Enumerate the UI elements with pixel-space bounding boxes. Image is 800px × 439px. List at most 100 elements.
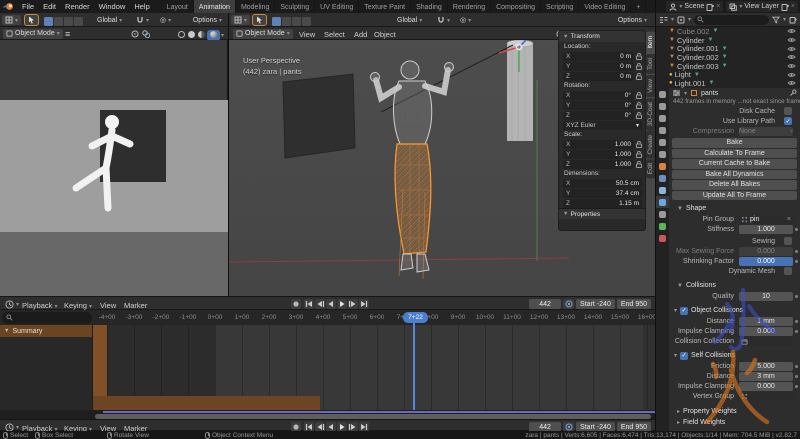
properties-tab-material[interactable] (656, 232, 669, 244)
previous-keyframe-button[interactable] (315, 299, 325, 309)
visibility-eye-icon[interactable] (787, 80, 796, 86)
current-cache-to-bake-button[interactable]: Current Cache to Bake (672, 159, 797, 169)
self-impulse-field[interactable]: 0.000 (739, 382, 793, 391)
location-z-field[interactable]: Z0 m (563, 72, 634, 81)
side-tab-tool[interactable]: Tool (646, 54, 655, 74)
dopesheet-area[interactable]: ▼Summary (0, 325, 655, 410)
auto-keying-toggle[interactable] (563, 299, 574, 309)
menu-help[interactable]: Help (134, 2, 149, 11)
outliner-filter-collection-icon[interactable] (677, 16, 685, 24)
side-tab-item[interactable]: Item (646, 32, 655, 53)
viewport-menu-select[interactable]: Select (324, 30, 345, 39)
lock-open-icon[interactable] (636, 161, 642, 168)
delete-all-bakes-button[interactable]: Delete All Bakes (672, 180, 797, 190)
play-reverse-button[interactable] (326, 299, 336, 309)
disk-cache-checkbox[interactable] (784, 107, 792, 115)
mode-dropdown[interactable]: Object Mode▾ (233, 29, 293, 39)
shape-section-header[interactable]: ▼Shape (669, 203, 800, 214)
menu-edit[interactable]: Edit (43, 2, 56, 11)
lock-open-icon[interactable] (636, 141, 642, 148)
side-tab-3d-coat[interactable]: 3D-Coat (646, 98, 655, 130)
outliner-item-light[interactable]: ●Light▼ (656, 70, 800, 79)
visibility-eye-icon[interactable] (787, 72, 796, 78)
properties-tab-modifiers[interactable] (656, 172, 669, 184)
menu-file[interactable]: File (22, 2, 34, 11)
unlink-scene-icon[interactable]: × (716, 3, 720, 10)
workspace-tab-texture-paint[interactable]: Texture Paint (359, 0, 411, 13)
workspace-tab-uv-editing[interactable]: UV Editing (315, 0, 359, 13)
start-frame-field[interactable]: Start-240 (576, 299, 615, 309)
properties-tab-physics[interactable] (656, 196, 669, 208)
object-distance-field[interactable]: 1 mm (739, 317, 793, 326)
lock-open-icon[interactable] (636, 102, 642, 109)
bake-all-dynamics-button[interactable]: Bake All Dynamics (672, 170, 797, 180)
end-frame-field[interactable]: End950 (617, 299, 651, 309)
snap-magnet-icon[interactable]: ▾ (133, 15, 152, 25)
transform-panel-header[interactable]: ▼Transform (559, 31, 645, 42)
add-workspace-tab[interactable]: + (631, 0, 646, 13)
header-menu-icon[interactable]: ≡ (65, 29, 70, 39)
timeline-menu-view[interactable]: View (100, 301, 116, 310)
properties-tab-view-layer[interactable] (656, 124, 669, 136)
new-collection-icon[interactable] (789, 16, 797, 24)
properties-tab-scene[interactable] (656, 136, 669, 148)
dimensions-y-field[interactable]: Y37.4 cm (563, 189, 642, 198)
snap-magnet-icon[interactable]: ▾ (434, 15, 453, 25)
update-all-to-frame-button[interactable]: Update All To Frame (672, 191, 797, 201)
proportional-editing-icon[interactable]: ◎▾ (457, 15, 474, 25)
outliner-item-cylinder-002[interactable]: ▼Cylinder.002▼ (656, 53, 800, 62)
properties-panel-header[interactable]: ▼Properties (559, 208, 645, 219)
editor-type-viewport-icon[interactable]: ▾ (231, 15, 250, 25)
playhead-line[interactable] (413, 325, 415, 410)
outliner-display-mode-icon[interactable] (659, 16, 668, 24)
viewport-divider[interactable] (228, 13, 229, 296)
workspace-tab-compositing[interactable]: Compositing (491, 0, 541, 13)
rotation-y-field[interactable]: Y0° (563, 101, 634, 110)
camera-preview-viewport[interactable] (0, 40, 228, 296)
object-collisions-checkbox[interactable]: ✓ (680, 307, 688, 315)
view-layer-selector[interactable]: ▾ View Layer × (726, 1, 798, 12)
object-collisions-header[interactable]: ▾✓Object Collisions (669, 305, 800, 316)
clear-pin-group-icon[interactable]: × (787, 216, 791, 223)
current-frame-badge[interactable]: 7+22 (403, 312, 428, 323)
workspace-tab-modeling[interactable]: Modeling (236, 0, 275, 13)
timeline-menu-keying[interactable]: Keying ▾ (64, 301, 92, 310)
play-button[interactable] (337, 299, 347, 309)
pin-group-field[interactable]: pin × (739, 215, 793, 224)
editor-type-timeline-icon[interactable] (5, 300, 14, 309)
new-scene-icon[interactable] (706, 3, 714, 11)
bake-button[interactable]: Bake (672, 138, 797, 148)
workspace-tab-sculpting[interactable]: Sculpting (275, 0, 315, 13)
gizmo-toggle-icon[interactable] (131, 30, 139, 38)
stiffness-field[interactable]: 1.000 (739, 225, 793, 234)
horizontal-scrollbar[interactable] (95, 414, 651, 419)
self-collisions-checkbox[interactable]: ✓ (680, 352, 688, 360)
properties-tab-particles[interactable] (656, 184, 669, 196)
self-friction-field[interactable]: 5.000 (739, 362, 793, 371)
transform-orientation-dropdown[interactable]: Global▾ (394, 15, 425, 25)
location-y-field[interactable]: Y0 m (563, 62, 634, 71)
scale-y-field[interactable]: Y1.000 (563, 150, 634, 159)
breadcrumb-object-name[interactable]: pants (701, 90, 718, 97)
properties-tab-object-data[interactable] (656, 220, 669, 232)
lock-open-icon[interactable] (636, 63, 642, 70)
shading-rendered-icon[interactable] (207, 30, 220, 41)
active-tool-select-icon[interactable] (25, 15, 38, 25)
max-sewing-force-field[interactable]: 0.000 (739, 247, 793, 256)
next-keyframe-button[interactable] (348, 299, 358, 309)
outliner-item-cylinder-001[interactable]: ▼Cylinder.001▼ (656, 44, 800, 53)
compression-dropdown[interactable]: None▾ (739, 127, 793, 136)
shading-mode-buttons[interactable]: ▾ (177, 30, 224, 41)
new-view-layer-icon[interactable] (781, 3, 789, 11)
field-weights-header[interactable]: ▸Field Weights (669, 417, 800, 428)
properties-tab-output[interactable] (656, 112, 669, 124)
editor-type-dropdown[interactable]: ▾ (2, 299, 22, 309)
properties-editor-icon[interactable] (672, 89, 681, 97)
location-x-field[interactable]: X0 m (563, 52, 634, 61)
lock-open-icon[interactable] (636, 73, 642, 80)
dopesheet-search-input[interactable] (2, 312, 92, 324)
collision-collection-field[interactable] (739, 337, 793, 346)
collisions-section-header[interactable]: ▼Collisions (669, 280, 800, 291)
editor-divider[interactable] (655, 0, 656, 431)
workspace-tab-layout[interactable]: Layout (162, 0, 194, 13)
